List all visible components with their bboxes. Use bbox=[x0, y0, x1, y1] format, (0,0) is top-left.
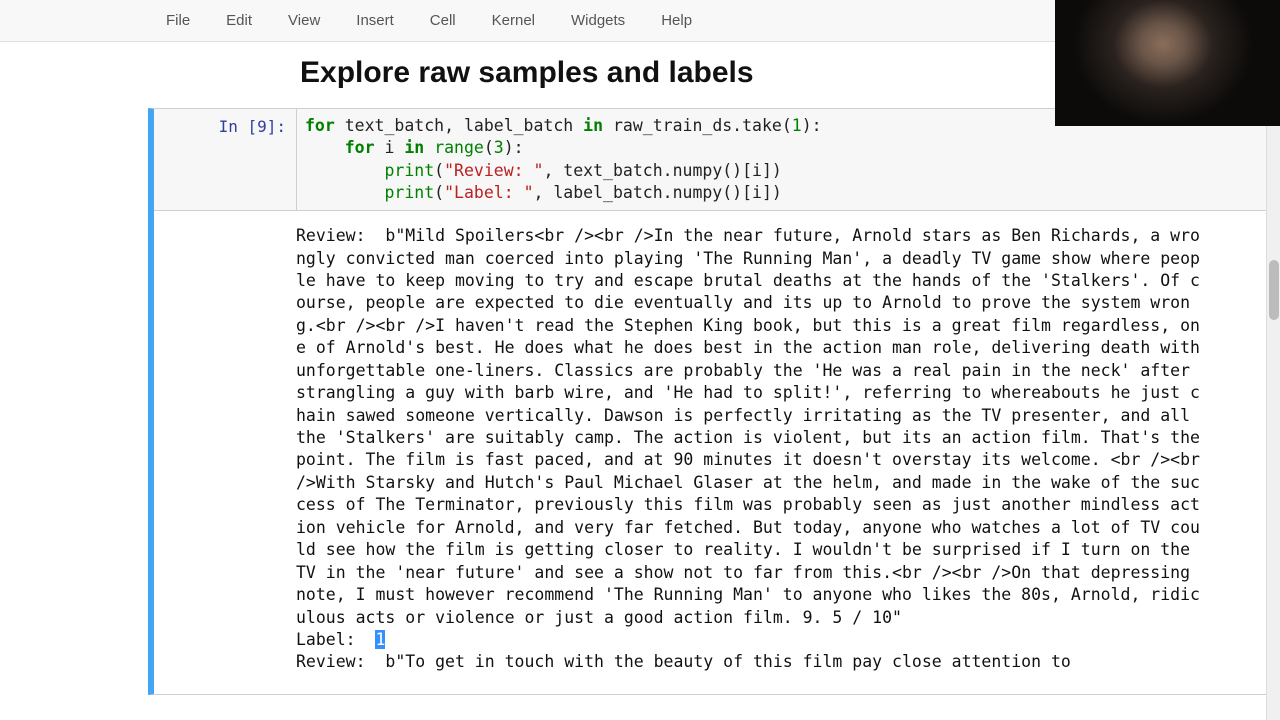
selected-label: 1 bbox=[375, 630, 385, 649]
menu-items: File Edit View Insert Cell Kernel Widget… bbox=[148, 4, 710, 37]
notebook-area: Explore raw samples and labels In [9]: f… bbox=[0, 56, 1280, 695]
menu-help[interactable]: Help bbox=[643, 4, 710, 37]
output-text[interactable]: Review: b"Mild Spoilers<br /><br />In th… bbox=[296, 225, 1269, 694]
input-prompt: In [9]: bbox=[154, 109, 296, 136]
menu-view[interactable]: View bbox=[270, 4, 338, 37]
menu-edit[interactable]: Edit bbox=[208, 4, 270, 37]
menu-file[interactable]: File bbox=[148, 4, 208, 37]
menu-cell[interactable]: Cell bbox=[412, 4, 474, 37]
menu-insert[interactable]: Insert bbox=[338, 4, 412, 37]
menu-widgets[interactable]: Widgets bbox=[553, 4, 643, 37]
code-cell[interactable]: In [9]: for text_batch, label_batch in r… bbox=[148, 108, 1270, 695]
scrollbar-thumb[interactable] bbox=[1269, 260, 1279, 320]
webcam-overlay bbox=[1055, 0, 1280, 126]
menu-kernel[interactable]: Kernel bbox=[474, 4, 553, 37]
output-row: Review: b"Mild Spoilers<br /><br />In th… bbox=[154, 211, 1269, 694]
